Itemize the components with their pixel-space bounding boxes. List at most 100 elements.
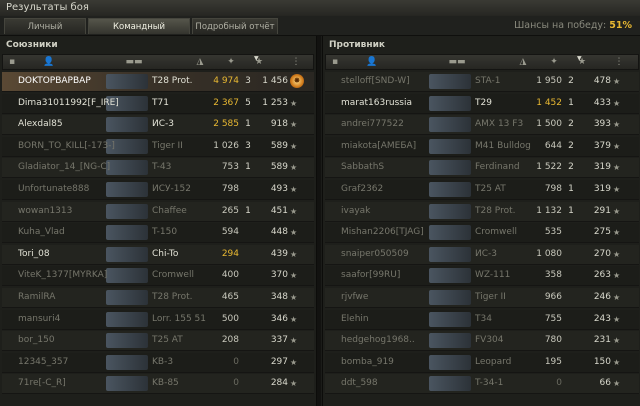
tank-name: T28 Prot. (152, 76, 193, 86)
xp-value: 493 (270, 184, 288, 194)
xp-value: 319 (593, 184, 611, 194)
xp-value: 370 (270, 270, 288, 281)
player-row[interactable]: SabbathS Ferdinand 1 522 2 319 ★ (325, 158, 639, 179)
player-row[interactable]: wowan1313 Chaffee 265 1 451 ★ (2, 201, 314, 222)
damage-value: 798 (544, 184, 562, 194)
player-row[interactable]: snaiper050509 ИС-3 1 080 270 ★ (325, 244, 639, 265)
damage-value: 1 950 (536, 76, 562, 86)
tank-icon[interactable]: ▬▬ (444, 55, 470, 69)
tank-name: T34 (475, 313, 492, 324)
xp-value: 451 (270, 205, 288, 216)
xp-value: 337 (270, 335, 288, 346)
player-row[interactable]: Gladiator_14_[NG-C] T-43 753 1 589 ★ (2, 158, 314, 179)
tab-detailed-report[interactable]: Подробный отчёт (192, 18, 278, 34)
damage-icon[interactable]: ◮ (516, 55, 530, 69)
player-name: SabbathS (341, 162, 385, 173)
tab-bar: Личный результат Командный результат Под… (0, 16, 640, 48)
damage-value: 0 (556, 378, 562, 389)
xp-value: 1 253 (262, 97, 288, 108)
tank-name: T-34-1 (475, 378, 504, 389)
player-icon[interactable]: 👤 (366, 55, 378, 69)
player-name: Unfortunate888 (18, 184, 90, 194)
tab-team-result[interactable]: Командный результат (88, 18, 190, 48)
kills-icon[interactable]: ✦ (548, 55, 560, 69)
kills-value: 3 (245, 76, 251, 86)
kills-value: 2 (568, 76, 574, 86)
player-row[interactable]: Tori_08 Chi-To 294 439 ★ (2, 244, 314, 265)
player-row[interactable]: ivayak T28 Prot. 1 132 1 291 ★ (325, 201, 639, 222)
player-row[interactable]: rjvfwe Tiger II 966 246 ★ (325, 288, 639, 308)
player-name: DOKTOPBAPBAP (18, 76, 91, 86)
player-row[interactable]: 12345_357 KB-3 0 297 ★ (2, 352, 314, 373)
tank-icon[interactable]: ▬▬ (121, 55, 147, 69)
player-name: miakota[AMEБA] (341, 140, 417, 151)
player-row[interactable]: Kuha_Vlad T-150 594 448 ★ (2, 223, 314, 244)
damage-value: 0 (233, 356, 239, 367)
more-icon[interactable]: ⋮ (291, 55, 301, 69)
kills-icon[interactable]: ✦ (225, 55, 237, 69)
kills-value: 1 (568, 184, 574, 194)
player-row[interactable]: miakota[AMEБA] M41 Bulldog 644 2 379 ★ (325, 136, 639, 157)
player-row[interactable]: bor_150 T25 AT 208 337 ★ (2, 331, 314, 352)
star-icon: ★ (290, 249, 298, 259)
squad-icon[interactable]: ▪ (330, 55, 340, 69)
player-row[interactable]: BORN_TO_KILL[-173-] Tiger II 1 026 3 589 ★ (2, 136, 314, 157)
star-icon: ★ (290, 314, 298, 324)
xp-value: 231 (593, 335, 611, 346)
player-row[interactable]: Unfortunate888 ИСУ-152 798 493 ★ (2, 180, 314, 200)
damage-value: 358 (544, 270, 562, 281)
damage-value: 966 (544, 292, 562, 302)
xp-value: 433 (593, 97, 611, 108)
player-row[interactable]: Mishan2206[TJAG] Cromwell 535 275 ★ (325, 223, 639, 244)
player-row[interactable]: marat163russia T29 1 452 1 433 ★ (325, 93, 639, 114)
win-chance-label: Шансы на победу: (514, 20, 607, 31)
player-row[interactable]: mansuri4 Lorr. 155 51 500 346 ★ (2, 309, 314, 330)
kills-value: 2 (568, 140, 574, 151)
player-row[interactable]: Elehin T34 755 243 ★ (325, 309, 639, 330)
star-icon[interactable]: ★ ▼ (253, 55, 265, 69)
tank-name: ИС-3 (475, 248, 497, 259)
player-row[interactable]: RamilRA T28 Prot. 465 348 ★ (2, 288, 314, 308)
damage-value: 1 452 (536, 97, 562, 108)
player-name: hedgehog1968.. (341, 335, 415, 346)
kills-value: 1 (568, 97, 574, 108)
more-icon[interactable]: ⋮ (614, 55, 624, 69)
player-row[interactable]: saafor[99RU] WZ-111 358 263 ★ (325, 266, 639, 287)
star-icon: ★ (290, 141, 298, 151)
tank-name: KB-3 (152, 356, 174, 367)
player-name: rjvfwe (341, 292, 369, 302)
player-row[interactable]: andrei777522 AMX 13 F3 1 500 2 393 ★ (325, 115, 639, 136)
tank-name: Cromwell (475, 227, 517, 238)
player-row[interactable]: bomba_919 Leopard 195 150 ★ (325, 352, 639, 373)
damage-value: 780 (544, 335, 562, 346)
player-row[interactable]: ViteK_1377[MYRKA] Cromwell 400 370 ★ (2, 266, 314, 287)
player-row[interactable]: Graf2362 T25 AT 798 1 319 ★ (325, 180, 639, 200)
tank-name: T29 (475, 97, 492, 108)
star-icon[interactable]: ★ ▼ (576, 55, 588, 69)
tank-name: Ferdinand (475, 162, 520, 173)
tank-name: ИСУ-152 (152, 184, 191, 194)
damage-icon[interactable]: ◮ (193, 55, 207, 69)
tank-name: ИС-3 (152, 119, 174, 130)
xp-value: 448 (270, 227, 288, 238)
player-row[interactable]: stelloff[SND-W] STA-1 1 950 2 478 ★ (325, 72, 639, 92)
player-icon[interactable]: 👤 (43, 55, 55, 69)
player-row[interactable]: Dima31011992[F_IRE] T71 2 367 5 1 253 ★ (2, 93, 314, 114)
tab-personal-result[interactable]: Личный результат (4, 18, 86, 48)
damage-value: 2 367 (213, 97, 239, 108)
squad-icon[interactable]: ▪ (7, 55, 17, 69)
player-row[interactable]: ddt_598 T-34-1 0 66 ★ (325, 374, 639, 395)
tank-name: T25 AT (475, 184, 506, 194)
xp-value: 284 (270, 378, 288, 389)
star-icon: ★ (613, 77, 621, 86)
tank-name: T28 Prot. (475, 205, 516, 216)
player-name: Mishan2206[TJAG] (341, 227, 424, 238)
star-icon: ★ (613, 141, 621, 151)
damage-value: 0 (233, 378, 239, 389)
player-row[interactable]: Alexdal85 ИС-3 2 585 1 918 ★ (2, 115, 314, 136)
xp-value: 393 (593, 119, 611, 130)
player-row[interactable]: hedgehog1968.. FV304 780 231 ★ (325, 331, 639, 352)
player-name: Graf2362 (341, 184, 384, 194)
player-row[interactable]: DOKTOPBAPBAPT28 Prot.4 97431 456★✸ (2, 72, 314, 92)
player-row[interactable]: 71re[-C_R] KB-85 0 284 ★ (2, 374, 314, 395)
